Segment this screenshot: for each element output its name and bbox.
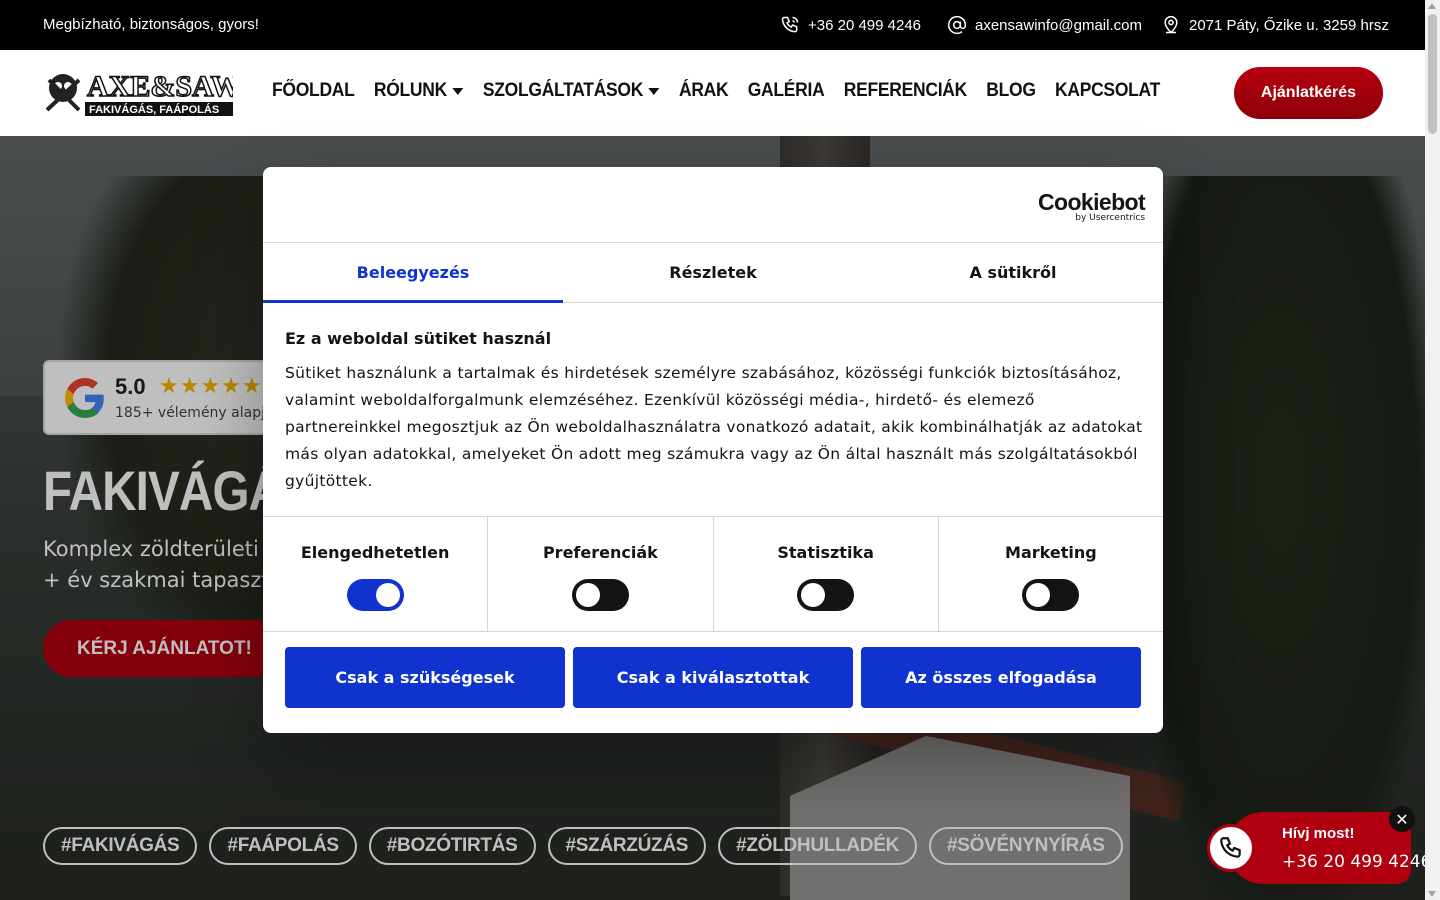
page-scrollbar[interactable] (1425, 0, 1440, 900)
caret-down-icon (452, 87, 464, 95)
logo-subtext: FAKIVÁGÁS, FAÁPOLÁS (89, 103, 219, 116)
tagline: Megbízható, biztonságos, gyors! (43, 16, 259, 33)
category-statistics: Statisztika (714, 517, 939, 631)
call-circle[interactable] (1207, 824, 1255, 872)
nav-item-about[interactable]: RÓLUNK (374, 80, 464, 102)
nav-label: KAPCSOLAT (1055, 80, 1161, 101)
tab-about[interactable]: A sütikről (863, 243, 1163, 302)
cookie-buttons: Csak a szükségesek Csak a kiválasztottak… (285, 647, 1141, 708)
axe-saw-logo[interactable]: AXE&SAW FAKIVÁGÁS, FAÁPOLÁS (43, 66, 233, 120)
nav-label: GALÉRIA (747, 80, 825, 101)
topbar-phone[interactable]: +36 20 499 4246 (780, 15, 921, 35)
scrollbar-thumb[interactable] (1428, 14, 1437, 134)
scroll-down-icon[interactable] (1428, 891, 1436, 897)
map-pin-icon (1164, 15, 1178, 34)
category-label: Preferenciák (542, 543, 658, 562)
category-label: Elengedhetetlen (300, 543, 450, 562)
scroll-up-icon[interactable] (1428, 3, 1436, 9)
selected-only-button[interactable]: Csak a kiválasztottak (573, 647, 853, 708)
topbar-address-text: 2071 Páty, Őzike u. 3259 hrsz (1189, 16, 1389, 34)
category-label: Statisztika (777, 543, 874, 562)
cookie-tabs: Beleegyezés Részletek A sütikről (263, 243, 1163, 303)
cookiebot-logo: Cookiebot by Usercentrics (1038, 189, 1146, 223)
toggle-preferences[interactable] (571, 579, 629, 611)
cookie-title: Ez a weboldal sütiket használ (285, 329, 552, 348)
nav-label: REFERENCIÁK (843, 80, 967, 101)
main-nav: FŐOLDAL RÓLUNK SZOLGÁLTATÁSOK ÁRAK GALÉR… (272, 80, 1160, 102)
tab-consent[interactable]: Beleegyezés (263, 243, 563, 303)
topbar-address[interactable]: 2071 Páty, Őzike u. 3259 hrsz (1161, 15, 1389, 35)
topbar-email[interactable]: axensawinfo@gmail.com (947, 15, 1142, 35)
nav-item-blog[interactable]: BLOG (986, 80, 1036, 102)
site-header: AXE&SAW FAKIVÁGÁS, FAÁPOLÁS FŐOLDAL RÓLU… (0, 50, 1425, 136)
nav-item-home[interactable]: FŐOLDAL (272, 80, 355, 102)
close-icon[interactable]: ✕ (1389, 806, 1415, 832)
top-info-bar: Megbízható, biztonságos, gyors! +36 20 4… (0, 0, 1425, 50)
tab-details[interactable]: Részletek (563, 243, 863, 302)
accept-all-button[interactable]: Az összes elfogadása (861, 647, 1141, 708)
category-label: Marketing (1005, 543, 1097, 562)
toggle-marketing[interactable] (1022, 579, 1080, 611)
nav-label: FŐOLDAL (272, 80, 355, 101)
category-preferences: Preferenciák (488, 517, 714, 631)
topbar-email-text: axensawinfo@gmail.com (975, 16, 1142, 34)
nav-item-references[interactable]: REFERENCIÁK (844, 80, 967, 102)
topbar-phone-text: +36 20 499 4246 (808, 16, 922, 34)
nav-label: BLOG (986, 80, 1036, 101)
logo-text: AXE&SAW (87, 70, 233, 103)
call-phone: +36 20 499 4246 (1282, 852, 1432, 872)
nav-item-prices[interactable]: ÁRAK (678, 80, 729, 102)
necessary-only-button[interactable]: Csak a szükségesek (285, 647, 565, 708)
cookie-consent-dialog: Cookiebot by Usercentrics Beleegyezés Ré… (263, 167, 1163, 733)
nav-item-services[interactable]: SZOLGÁLTATÁSOK (483, 80, 660, 102)
call-now-widget[interactable]: Hívj most! +36 20 499 4246 ✕ (1207, 806, 1431, 884)
phone-icon (781, 16, 799, 33)
category-necessary: Elengedhetetlen (263, 517, 489, 631)
nav-label: RÓLUNK (373, 80, 447, 101)
nav-item-contact[interactable]: KAPCSOLAT (1055, 80, 1160, 102)
nav-item-gallery[interactable]: GALÉRIA (748, 80, 825, 102)
toggle-necessary[interactable] (346, 579, 404, 611)
cookie-description: Sütiket használunk a tartalmak és hirdet… (285, 364, 1143, 490)
toggle-statistics[interactable] (797, 579, 855, 611)
category-marketing: Marketing (939, 517, 1163, 631)
caret-down-icon (648, 87, 660, 95)
cookie-categories: Elengedhetetlen Preferenciák Statisztika… (263, 516, 1163, 632)
call-title: Hívj most! (1282, 825, 1355, 842)
at-icon (947, 15, 967, 35)
quote-request-button[interactable]: Ajánlatkérés (1234, 67, 1383, 119)
nav-label: ÁRAK (678, 80, 729, 101)
cookiebot-brand: Cookiebot (1038, 189, 1146, 215)
phone-icon (1220, 837, 1241, 858)
nav-label: SZOLGÁLTATÁSOK (482, 80, 644, 101)
